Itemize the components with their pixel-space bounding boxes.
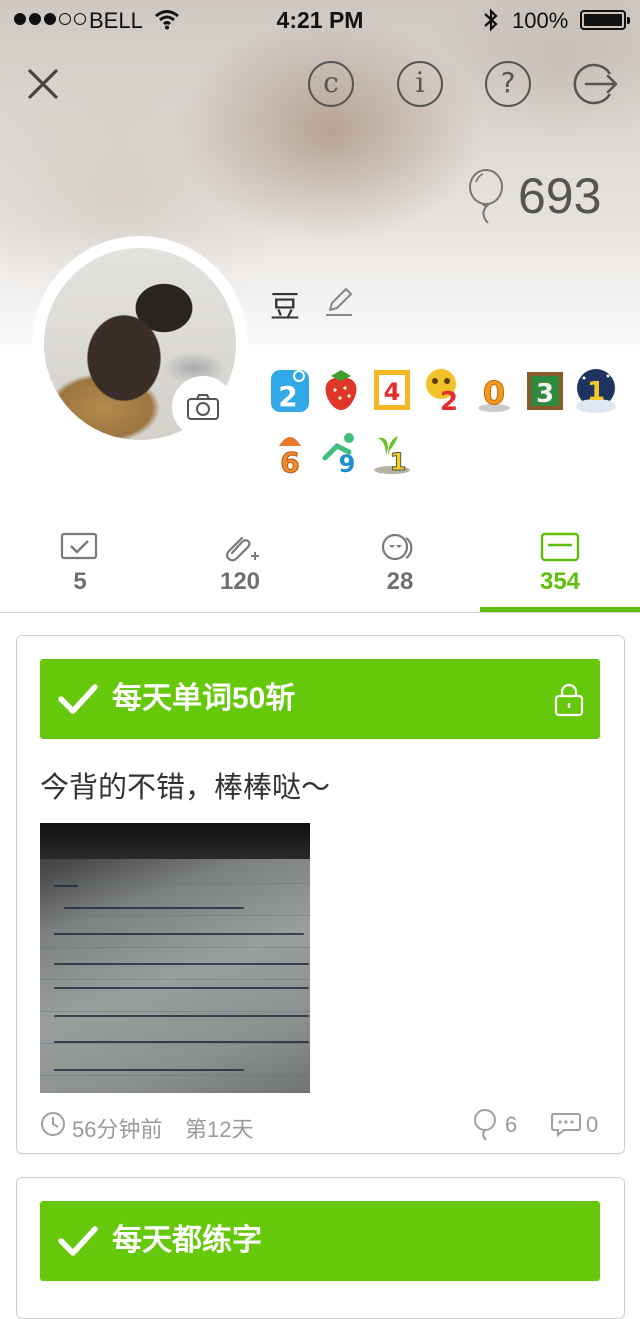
battery-icon: [580, 10, 630, 30]
info-button[interactable]: i: [397, 61, 443, 107]
goal-header[interactable]: 每天都练字: [40, 1201, 600, 1281]
post-meta: 56分钟前 第12天 6 0: [40, 1106, 600, 1142]
badge-streak-9[interactable]: 9: [319, 428, 363, 476]
profile-tabs: 5 120 28 354: [0, 520, 640, 613]
badge-number: 1: [390, 448, 407, 476]
paperclip-icon: [225, 536, 259, 562]
post-card[interactable]: 每天单词50斩 今背的不错，棒棒哒～ 56分钟前 第12天 6 0: [16, 635, 625, 1154]
logout-icon: [573, 63, 618, 105]
comment-icon[interactable]: [550, 1110, 582, 1138]
faces-icon: [381, 533, 413, 561]
help-button[interactable]: ?: [485, 61, 531, 107]
tab-count: 120: [219, 568, 261, 595]
copyright-button[interactable]: c: [308, 61, 354, 107]
goal-title: 每天单词50斩: [112, 682, 296, 715]
badge-number: 3: [536, 379, 554, 409]
profile-nickname: 豆: [270, 291, 300, 324]
strawberry-icon: [325, 370, 357, 410]
comment-count: 0: [586, 1112, 599, 1137]
battery-percent: 100%: [512, 8, 569, 33]
post-photo[interactable]: [40, 823, 310, 1093]
tab-friends[interactable]: 28: [320, 520, 480, 612]
tab-count: 28: [386, 568, 414, 595]
badge-streak-2b[interactable]: 2: [421, 366, 465, 414]
post-text: 今背的不错，棒棒哒～: [40, 772, 331, 804]
post-card[interactable]: 每天都练字: [16, 1177, 625, 1319]
achievement-badges: 2 4 2 0 3 1 6 9 1: [268, 366, 628, 490]
badge-streak-1b[interactable]: 1: [370, 428, 414, 476]
badge-strawberry[interactable]: [319, 366, 363, 414]
badge-number: 2: [278, 380, 297, 413]
like-balloon-icon[interactable]: [472, 1109, 498, 1141]
bluetooth-icon: [482, 8, 500, 38]
badge-number: 6: [280, 446, 299, 476]
like-count: 6: [505, 1112, 518, 1137]
badge-number: 2: [440, 387, 458, 414]
tab-count: 354: [539, 568, 581, 595]
badge-number: 9: [339, 450, 356, 476]
badge-number: 1: [587, 377, 605, 407]
close-icon: [28, 69, 58, 99]
likes-count: 693: [518, 168, 602, 224]
edit-icon: [326, 288, 352, 316]
logout-button[interactable]: [572, 61, 618, 107]
help-icon: ?: [500, 66, 516, 99]
status-bar: BELL 4:21 PM 100%: [0, 0, 640, 40]
lock-icon: [554, 683, 584, 717]
edit-nickname-button[interactable]: [322, 284, 356, 323]
tab-posts[interactable]: 354: [480, 520, 640, 612]
active-tab-indicator: [480, 607, 640, 612]
post-day: 第12天: [185, 1117, 254, 1142]
camera-icon: [187, 394, 219, 420]
badge-streak-2[interactable]: 2: [268, 366, 312, 414]
clock-icon: [41, 1112, 65, 1136]
check-icon: [58, 1226, 98, 1256]
tab-count: 5: [73, 568, 87, 595]
balloon-icon: [469, 169, 503, 224]
badge-streak-4[interactable]: 4: [370, 366, 414, 414]
goal-title: 每天都练字: [112, 1224, 262, 1257]
info-icon: i: [415, 66, 425, 99]
copyright-icon: c: [323, 66, 339, 99]
tab-attachments[interactable]: 120: [160, 520, 320, 612]
badge-streak-1[interactable]: 1: [574, 366, 618, 414]
badge-streak-6[interactable]: 6: [268, 428, 312, 476]
checkbox-icon: [60, 532, 98, 560]
badge-number: 0: [483, 374, 505, 412]
likes-total[interactable]: 693: [466, 166, 601, 226]
close-button[interactable]: [20, 61, 66, 107]
check-icon: [58, 684, 98, 714]
badge-streak-3[interactable]: 3: [523, 366, 567, 414]
tab-checkins[interactable]: 5: [0, 520, 160, 612]
badge-number: 4: [384, 378, 401, 406]
badge-streak-0[interactable]: 0: [472, 366, 516, 414]
goal-header[interactable]: 每天单词50斩: [40, 659, 600, 739]
post-time: 56分钟前: [72, 1117, 163, 1142]
card-icon: [540, 532, 580, 562]
change-avatar-button[interactable]: [172, 376, 234, 438]
